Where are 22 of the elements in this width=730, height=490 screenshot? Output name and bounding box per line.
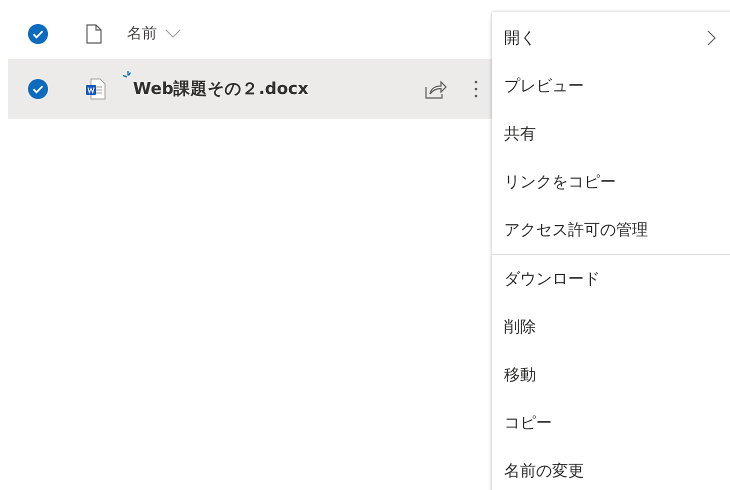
menu-item[interactable]: 移動: [492, 351, 730, 399]
file-row[interactable]: Web課題その２.docx: [8, 59, 492, 119]
column-header[interactable]: 名前: [127, 24, 157, 43]
menu-item[interactable]: 共有: [492, 110, 730, 158]
menu-item[interactable]: コピー: [492, 399, 730, 447]
document-icon: [86, 24, 102, 44]
menu-item[interactable]: ダウンロード: [492, 255, 730, 303]
chevron-right-icon: [707, 30, 716, 46]
word-document-icon: [86, 78, 106, 100]
checked-circle-icon[interactable]: [27, 78, 49, 100]
new-item-icon: [122, 70, 132, 80]
chevron-down-icon[interactable]: [165, 29, 181, 38]
menu-item[interactable]: アクセス許可の管理: [492, 206, 730, 254]
file-name[interactable]: Web課題その２.docx: [133, 78, 308, 100]
share-icon[interactable]: [425, 79, 447, 99]
menu-item[interactable]: プレビュー: [492, 62, 730, 110]
more-options-icon[interactable]: [474, 80, 478, 98]
menu-item[interactable]: 削除: [492, 303, 730, 351]
menu-item[interactable]: 名前の変更: [492, 447, 730, 490]
menu-item[interactable]: リンクをコピー: [492, 158, 730, 206]
checked-circle-icon[interactable]: [27, 22, 49, 44]
menu-item[interactable]: 開く: [492, 14, 730, 62]
